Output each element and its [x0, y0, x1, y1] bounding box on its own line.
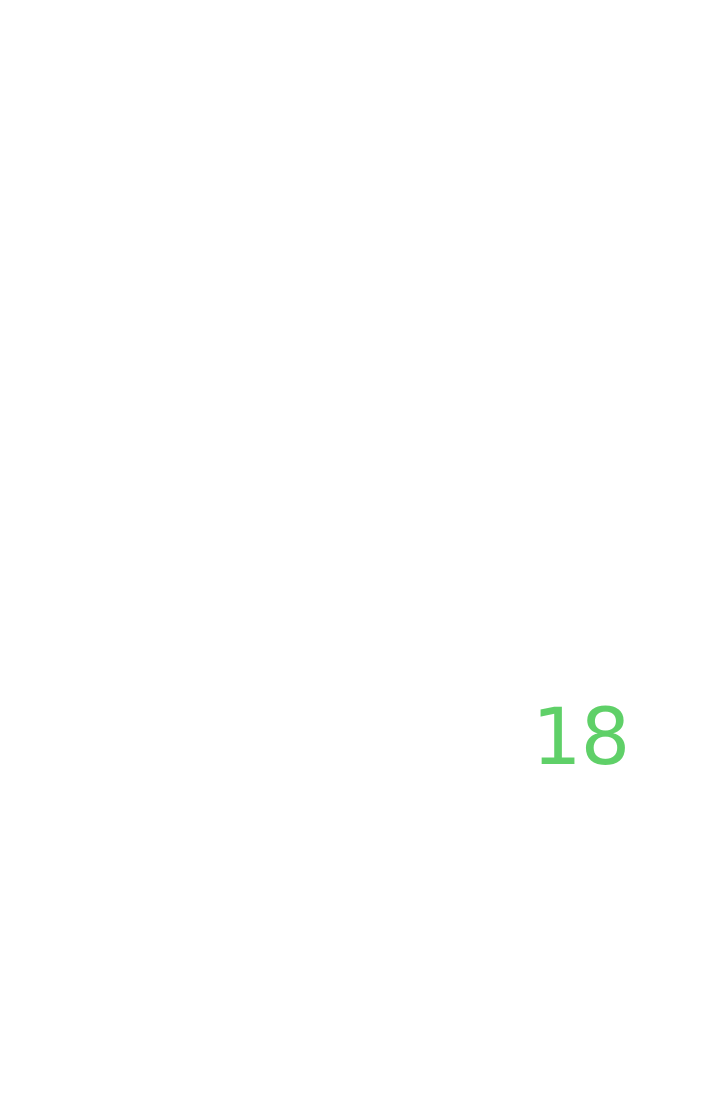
- number-display: 18: [532, 693, 630, 783]
- screen: 18: [0, 0, 702, 1104]
